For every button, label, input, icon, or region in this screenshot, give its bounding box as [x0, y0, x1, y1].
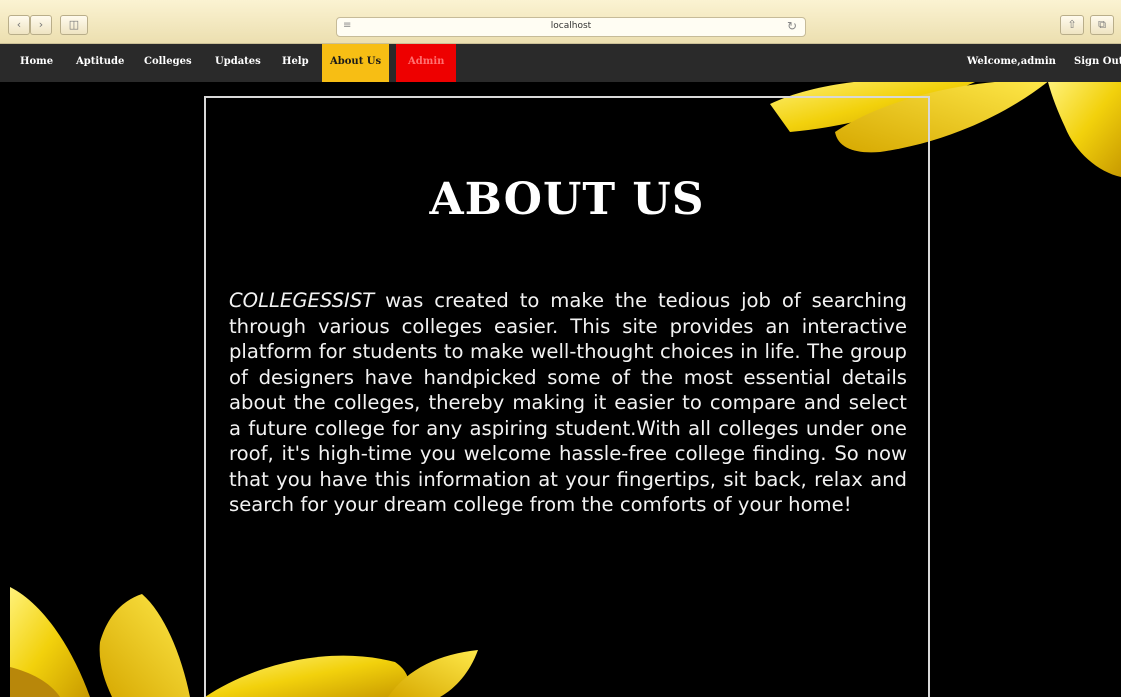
forward-button[interactable]: › — [30, 15, 52, 35]
nav-item-home[interactable]: Home — [20, 44, 53, 82]
nav-item-help[interactable]: Help — [282, 44, 309, 82]
address-url: localhost — [550, 21, 592, 31]
nav-item-updates[interactable]: Updates — [215, 44, 261, 82]
back-button[interactable]: ‹ — [8, 15, 30, 35]
brand-name: COLLEGESSIST — [229, 289, 375, 312]
tabs-button[interactable]: ⧉ — [1090, 15, 1114, 35]
tabs-icon: ⧉ — [1098, 18, 1106, 31]
about-us-description: was created to make the tedious job of s… — [229, 289, 907, 516]
share-icon: ⇧ — [1067, 18, 1077, 31]
page-title: ABOUT US — [429, 174, 705, 225]
sign-out-link[interactable]: Sign Out — [1074, 44, 1121, 82]
reload-icon[interactable]: ↻ — [787, 19, 797, 33]
nav-item-about-us[interactable]: About Us — [322, 44, 390, 82]
petal-bottom-left-3 — [99, 594, 190, 697]
address-bar[interactable]: ≡ localhost ↻ — [336, 17, 806, 37]
nav-item-aptitude[interactable]: Aptitude — [76, 44, 124, 82]
welcome-text: Welcome,admin — [967, 56, 1056, 67]
sidebar-icon: ◫ — [68, 18, 80, 31]
nav-item-admin[interactable]: Admin — [396, 44, 457, 82]
nav-item-colleges[interactable]: Colleges — [144, 44, 192, 82]
site-nav-bar: Home Aptitude Colleges Updates Help Abou… — [0, 44, 1121, 82]
petal-top-right — [1048, 82, 1121, 177]
browser-toolbar: ‹ › ◫ ≡ localhost ↻ ⇧ ⧉ — [0, 0, 1121, 44]
share-button[interactable]: ⇧ — [1060, 15, 1084, 35]
sidebar-toggle-button[interactable]: ◫ — [60, 15, 88, 35]
about-us-paragraph: COLLEGESSIST was created to make the ted… — [229, 288, 907, 518]
about-us-section: ABOUT US COLLEGESSIST was created to mak… — [0, 82, 1121, 697]
